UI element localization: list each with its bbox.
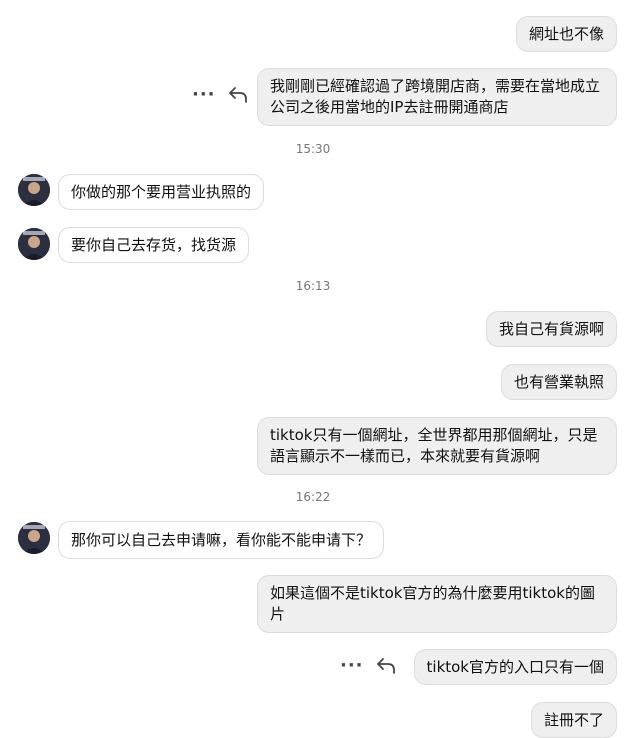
message-text: tiktok只有一個網址，全世界都用那個網址，只是語言顯示不一樣而已，本來就要有… <box>270 426 598 465</box>
message-bubble-outgoing[interactable]: 我剛剛已經確認過了跨境開店商，需要在當地成立公司之後用當地的IP去註冊開通商店 <box>257 68 617 126</box>
message-bubble-incoming[interactable]: 要你自己去存货，找货源 <box>58 227 250 263</box>
reply-arrow-icon[interactable] <box>228 86 248 104</box>
ellipsis-icon[interactable]: ··· <box>340 657 364 675</box>
message-text: tiktok官方的入口只有一個 <box>426 657 604 676</box>
message-bubble-outgoing[interactable]: tiktok官方的入口只有一個 <box>413 649 617 685</box>
message-text: 如果這個不是tiktok官方的為什麼要用tiktok的圖片 <box>270 584 595 623</box>
message-text: 我剛剛已經確認過了跨境開店商，需要在當地成立公司之後用當地的IP去註冊開通商店 <box>270 77 601 116</box>
timestamp: 15:30 <box>295 142 331 156</box>
message-text: 要你自己去存货，找货源 <box>71 235 237 254</box>
message-bubble-incoming[interactable]: 你做的那个要用营业执照的 <box>58 174 265 210</box>
message-bubble-outgoing[interactable]: 也有營業執照 <box>500 364 617 400</box>
message-text: 網址也不像 <box>528 24 604 43</box>
avatar[interactable] <box>18 522 50 554</box>
message-text: 也有營業執照 <box>513 372 604 391</box>
message-bubble-outgoing[interactable]: 如果這個不是tiktok官方的為什麼要用tiktok的圖片 <box>257 575 617 633</box>
message-bubble-outgoing[interactable]: 註冊不了 <box>530 702 617 738</box>
message-actions: ··· <box>340 657 396 675</box>
message-bubble-incoming[interactable]: 那你可以自己去申请嘛，看你能不能申请下？ <box>58 521 385 559</box>
message-bubble-outgoing[interactable]: 網址也不像 <box>515 16 617 52</box>
avatar[interactable] <box>18 174 50 206</box>
message-text: 我自己有貨源啊 <box>498 319 604 338</box>
message-actions: ··· <box>192 86 248 104</box>
timestamp: 16:13 <box>295 279 331 293</box>
message-bubble-outgoing[interactable]: 我自己有貨源啊 <box>485 311 617 347</box>
message-text: 你做的那个要用营业执照的 <box>71 182 252 201</box>
message-text: 那你可以自己去申请嘛，看你能不能申请下？ <box>71 530 372 549</box>
message-text: 註冊不了 <box>543 710 604 729</box>
avatar[interactable] <box>18 228 50 260</box>
message-bubble-outgoing[interactable]: tiktok只有一個網址，全世界都用那個網址，只是語言顯示不一樣而已，本來就要有… <box>257 417 617 475</box>
timestamp: 16:22 <box>295 490 331 504</box>
ellipsis-icon[interactable]: ··· <box>192 86 216 104</box>
reply-arrow-icon[interactable] <box>376 657 396 675</box>
